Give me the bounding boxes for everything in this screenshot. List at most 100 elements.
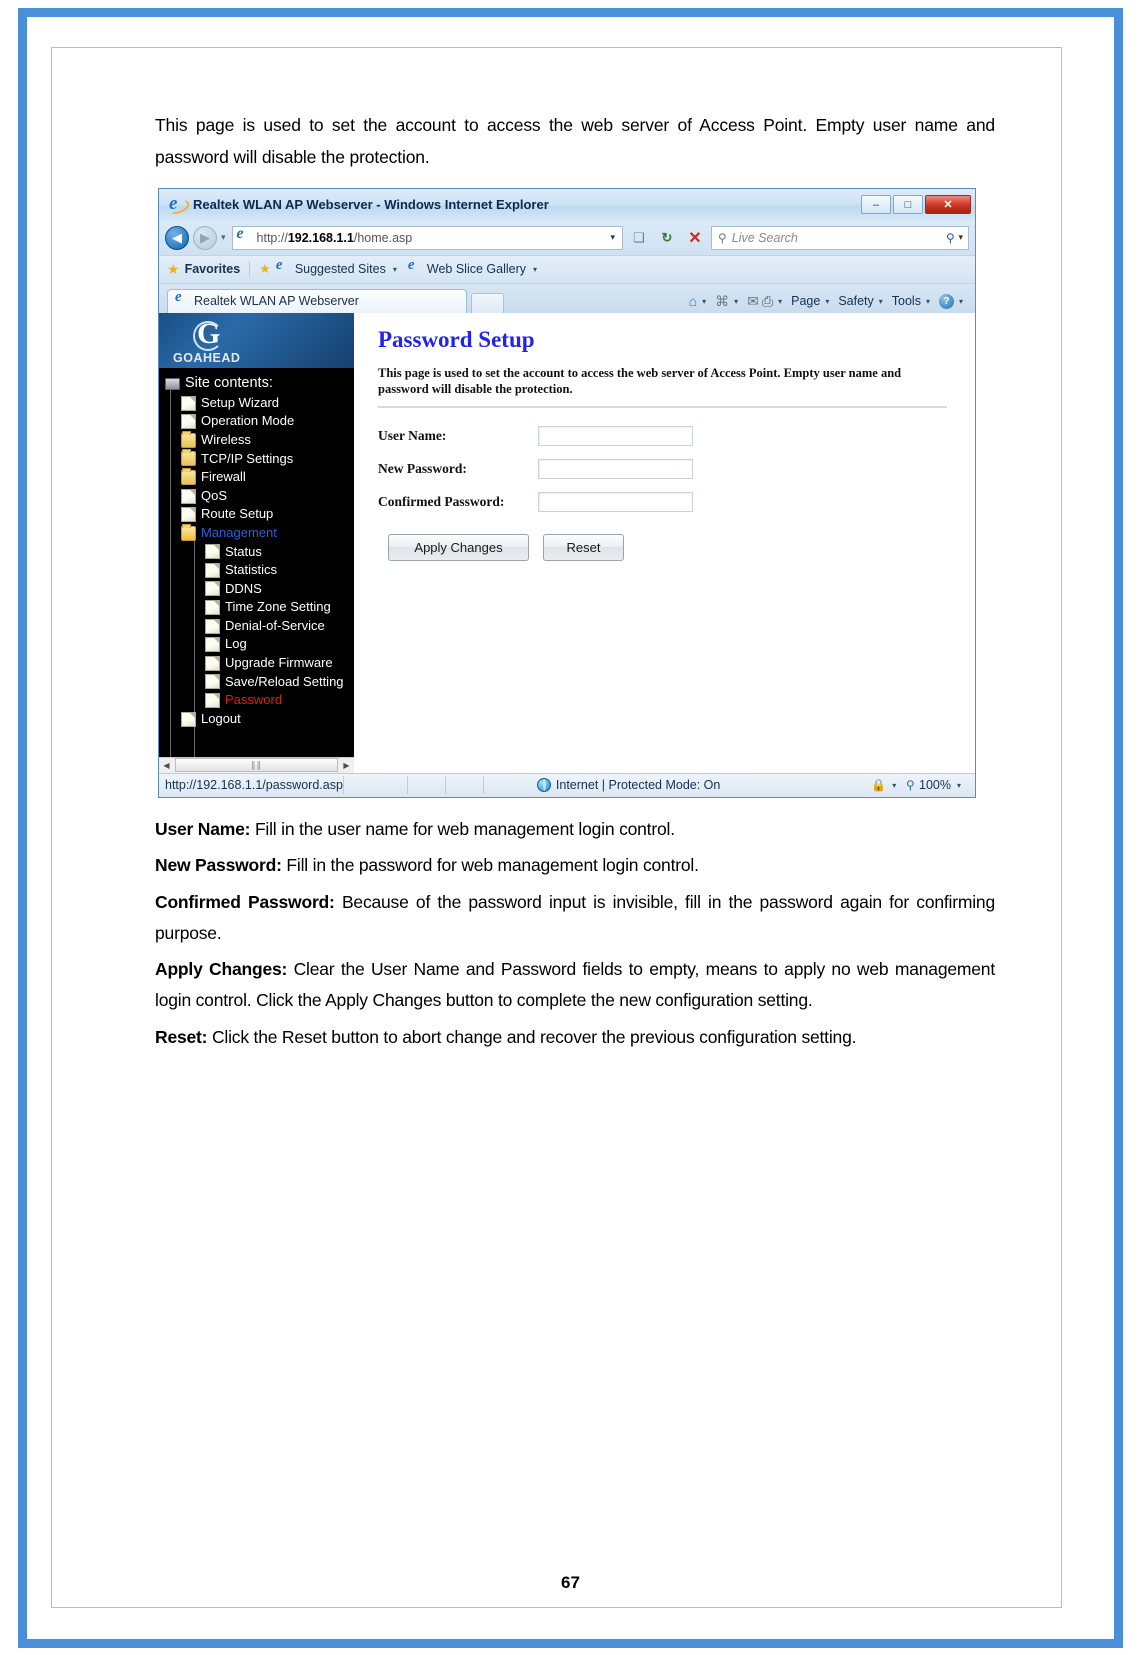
form-row-confirmed-password: Confirmed Password: [378,492,947,513]
username-input[interactable] [538,426,693,447]
compatibility-view-icon[interactable]: ❑ [627,226,651,250]
zoom-icon[interactable]: ⚲ [906,778,915,792]
sidebar-item-password[interactable]: Password [163,691,354,710]
page-caret-icon[interactable]: ▾ [825,297,829,306]
sidebar-item-route-setup[interactable]: Route Setup [163,505,354,524]
feeds-caret-icon[interactable]: ▾ [734,297,738,306]
close-button[interactable]: ✕ [925,195,971,215]
description-new-password: New Password: Fill in the password for w… [155,850,995,881]
sidebar-item-management[interactable]: Management [163,523,354,543]
sidebar-item-denial-of-service[interactable]: Denial-of-Service [163,617,354,636]
home-icon[interactable]: ⌂ [689,293,697,309]
suggested-sites-link[interactable]: Suggested Sites [295,262,386,276]
new-tab-button[interactable] [471,292,504,313]
forward-button[interactable]: ▶ [193,225,217,250]
sidebar-horizontal-scrollbar[interactable]: ◀ ∥∥ ▶ [159,756,354,773]
zoom-caret-icon[interactable]: ▾ [957,781,961,790]
tools-caret-icon[interactable]: ▾ [926,297,930,306]
sidebar-item-statistics[interactable]: Statistics [163,561,354,580]
help-caret-icon[interactable]: ▾ [959,297,963,306]
folder-open-icon [181,523,196,541]
goahead-mark-icon: G [192,316,224,351]
web-slice-caret-icon[interactable]: ▾ [533,265,537,274]
add-to-favorites-icon[interactable]: ★ [259,261,271,277]
address-input[interactable]: http://192.168.1.1/home.asp ▾ [231,225,623,250]
tree-connector-line [170,389,171,770]
reset-button[interactable]: Reset [543,534,624,562]
address-url: http://192.168.1.1/home.asp [256,230,413,245]
panel-divider [378,406,947,409]
description-term: New Password: [155,855,282,876]
safety-menu[interactable]: Safety [838,294,873,308]
sidebar-item-setup-wizard[interactable]: Setup Wizard [163,394,354,413]
sidebar-item-logout[interactable]: Logout [163,710,354,729]
sidebar-item-label: Time Zone Setting [225,599,331,615]
page-icon [181,488,196,504]
description-term: User Name: [155,818,251,839]
folder-icon [181,449,196,467]
scroll-left-icon[interactable]: ◀ [159,758,174,773]
tree-root[interactable]: Site contents: [163,373,354,394]
sidebar-item-operation-mode[interactable]: Operation Mode [163,412,354,431]
sidebar-item-log[interactable]: Log [163,635,354,654]
sidebar-item-upgrade-firmware[interactable]: Upgrade Firmware [163,654,354,673]
search-placeholder: Live Search [731,230,798,245]
stop-icon[interactable]: ✕ [683,226,707,250]
sidebar-item-ddns[interactable]: DDNS [163,580,354,599]
description-confirmed-password: Confirmed Password: Because of the passw… [155,887,995,948]
back-button[interactable]: ◀ [165,225,189,250]
privacy-lock-icon[interactable]: 🔒 [871,778,886,792]
search-icon: ⚲ [718,230,727,245]
search-input[interactable]: ⚲ Live Search ⚲ ▾ [711,225,969,250]
print-icon[interactable]: ⎙ [762,293,773,310]
sidebar-item-wireless[interactable]: Wireless [163,430,354,450]
favorites-button[interactable]: Favorites [185,262,241,276]
help-icon[interactable]: ? [938,293,954,309]
status-cell [444,776,483,795]
mail-icon[interactable]: ✉ [747,293,759,310]
refresh-icon[interactable]: ↻ [655,226,679,250]
zoom-level[interactable]: 100% [919,778,951,792]
page-menu[interactable]: Page [791,294,820,308]
scroll-right-icon[interactable]: ▶ [339,758,354,773]
sidebar: G GOAHEAD Site contents: Setup Wizard Op… [159,312,354,773]
search-submit-icon[interactable]: ⚲ [946,231,955,245]
new-password-label: New Password: [378,461,467,477]
sidebar-item-label: Setup Wizard [201,394,280,410]
home-caret-icon[interactable]: ▾ [702,297,706,306]
page-icon [205,562,220,578]
sidebar-item-label: Operation Mode [201,413,295,429]
search-provider-caret-icon[interactable]: ▾ [958,232,963,243]
page-icon [205,618,220,634]
browser-window-screenshot: Realtek WLAN AP Webserver - Windows Inte… [158,187,976,798]
sidebar-item-tcpip-settings[interactable]: TCP/IP Settings [163,449,354,469]
address-dropdown-icon[interactable]: ▾ [605,232,620,243]
status-right-group: 🔒 ▾ ⚲ 100% ▾ [871,778,971,792]
safety-caret-icon[interactable]: ▾ [879,297,883,306]
sidebar-item-qos[interactable]: QoS [163,487,354,506]
sidebar-item-status[interactable]: Status [163,543,354,562]
minimize-button[interactable]: – [861,195,891,215]
apply-changes-button[interactable]: Apply Changes [388,534,529,562]
print-caret-icon[interactable]: ▾ [778,297,782,306]
zone-caret-icon[interactable]: ▾ [892,781,896,790]
sidebar-item-label: Log [225,636,247,652]
feeds-icon[interactable]: ⌘ [715,293,729,310]
sidebar-item-time-zone-setting[interactable]: Time Zone Setting [163,598,354,617]
suggested-sites-caret-icon[interactable]: ▾ [393,265,397,274]
new-password-input[interactable] [538,459,693,480]
search-go-group[interactable]: ⚲ ▾ [946,231,965,245]
command-bar: ⌂ ▾ ⌘ ▾ ✉ ⎙ ▾ Page ▾ Safety ▾ Tools ▾ ? … [689,293,969,313]
sidebar-item-label: DDNS [225,580,262,596]
tab-label: Realtek WLAN AP Webserver [194,294,359,309]
confirmed-password-input[interactable] [538,492,693,513]
scrollbar-thumb[interactable]: ∥∥ [175,758,338,773]
web-slice-link[interactable]: Web Slice Gallery [427,262,526,276]
recent-pages-caret-icon[interactable]: ▾ [221,232,226,243]
sidebar-item-firewall[interactable]: Firewall [163,467,354,487]
sidebar-item-save-reload-setting[interactable]: Save/Reload Setting [163,673,354,692]
tab-realtek-webserver[interactable]: Realtek WLAN AP Webserver [167,288,467,313]
maximize-button[interactable]: □ [893,195,923,215]
page-border-outer: This page is used to set the account to … [18,8,1123,1648]
tools-menu[interactable]: Tools [892,294,921,308]
